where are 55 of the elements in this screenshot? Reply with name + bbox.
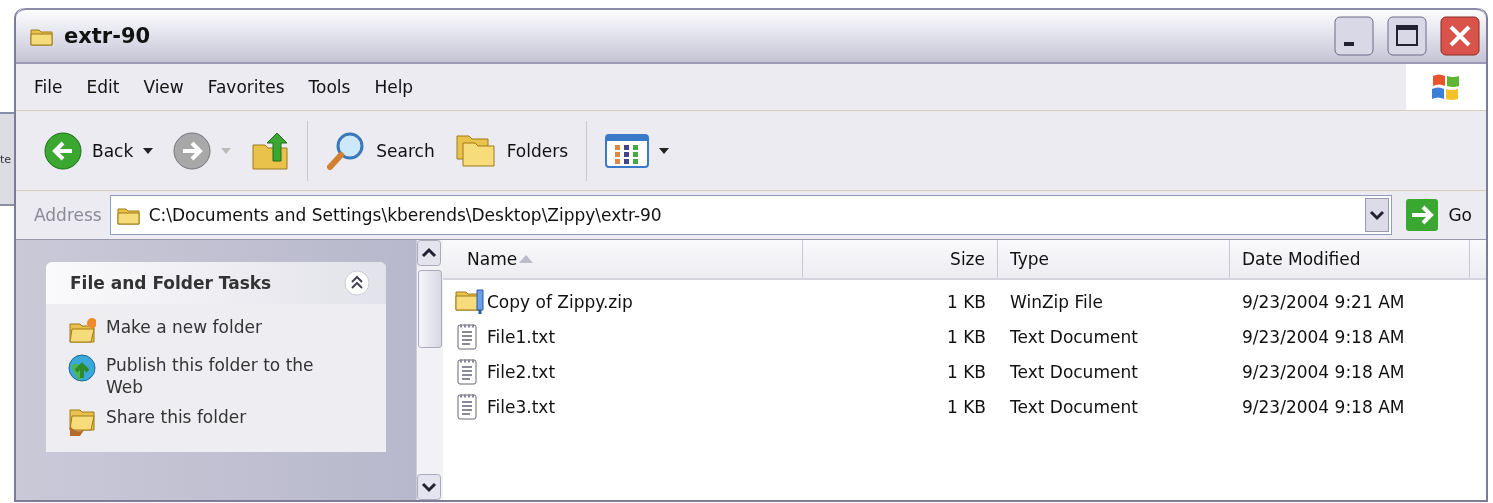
folders-button[interactable]: Folders [448, 128, 575, 173]
file-name[interactable]: File1.txt [443, 322, 803, 351]
file-size: 1 KB [945, 291, 987, 312]
menu-item[interactable]: File [34, 77, 63, 97]
new-folder-icon [68, 316, 96, 346]
search-button[interactable]: Search [320, 126, 441, 175]
file-type: Text Document [1009, 396, 1139, 417]
folder-up-icon [251, 130, 290, 171]
file-type: Text Document [1009, 326, 1139, 347]
date-modified: 9/23/2004 9:18 AM [1241, 361, 1406, 382]
task-link[interactable]: Publish this folder to the Web [68, 350, 318, 402]
date-modified: 9/23/2004 9:18 AM [1241, 326, 1406, 347]
task-link[interactable]: Share this folder [68, 402, 318, 440]
file-size: 1 KB [945, 326, 987, 347]
menu-item[interactable]: Favorites [207, 77, 285, 97]
collapse-icon[interactable] [344, 270, 370, 296]
file-name[interactable]: Copy of Zippy.zip [443, 287, 803, 316]
caret-icon [221, 147, 232, 154]
zip-folder-icon [455, 287, 485, 316]
column-header[interactable]: Date Modified [1230, 240, 1470, 278]
menu-item[interactable]: View [143, 77, 184, 97]
minimize-icon[interactable] [1334, 16, 1374, 56]
window-text: te [0, 152, 12, 166]
address-field[interactable]: C:\Documents and Settings\kberends\Desktop\Zippy\extr-90 [109, 195, 1393, 235]
close-icon[interactable] [1440, 16, 1480, 56]
views-grid-icon [605, 133, 650, 168]
caret-icon [659, 147, 670, 154]
back-button[interactable]: Back [38, 127, 160, 174]
file-type: Text Document [1009, 361, 1139, 382]
maximize-icon[interactable] [1387, 16, 1427, 56]
date-modified: 9/23/2004 9:21 AM [1241, 291, 1406, 312]
task-link[interactable]: Make a new folder [68, 312, 318, 350]
column-header[interactable]: Type [998, 240, 1230, 278]
caret-icon [143, 147, 154, 154]
globe-icon [68, 354, 96, 384]
vertical-scrollbar[interactable] [416, 240, 443, 500]
dropdown-icon[interactable] [1365, 198, 1390, 232]
panel-title: File and Folder Tasks [70, 273, 272, 293]
shared-folder-icon [68, 406, 96, 436]
file-type: WinZip File [1009, 291, 1104, 312]
column-header[interactable]: Name [443, 240, 803, 278]
date-modified: 9/23/2004 9:18 AM [1241, 396, 1406, 417]
file-name[interactable]: File2.txt [443, 357, 803, 386]
column-header[interactable]: Size [803, 240, 998, 278]
folders-icon [454, 132, 497, 169]
file-size: 1 KB [945, 396, 987, 417]
menu-item[interactable]: Tools [308, 77, 351, 97]
address-label: Address [34, 205, 102, 225]
file-name[interactable]: File3.txt [443, 392, 803, 421]
go-button[interactable]: Go [1400, 199, 1472, 231]
menu-item[interactable]: Help [374, 77, 414, 97]
scroll-thumb[interactable] [418, 270, 442, 348]
menu-item[interactable]: Edit [86, 77, 120, 97]
window-title: extr-90 [64, 24, 151, 48]
file-size: 1 KB [945, 361, 987, 382]
